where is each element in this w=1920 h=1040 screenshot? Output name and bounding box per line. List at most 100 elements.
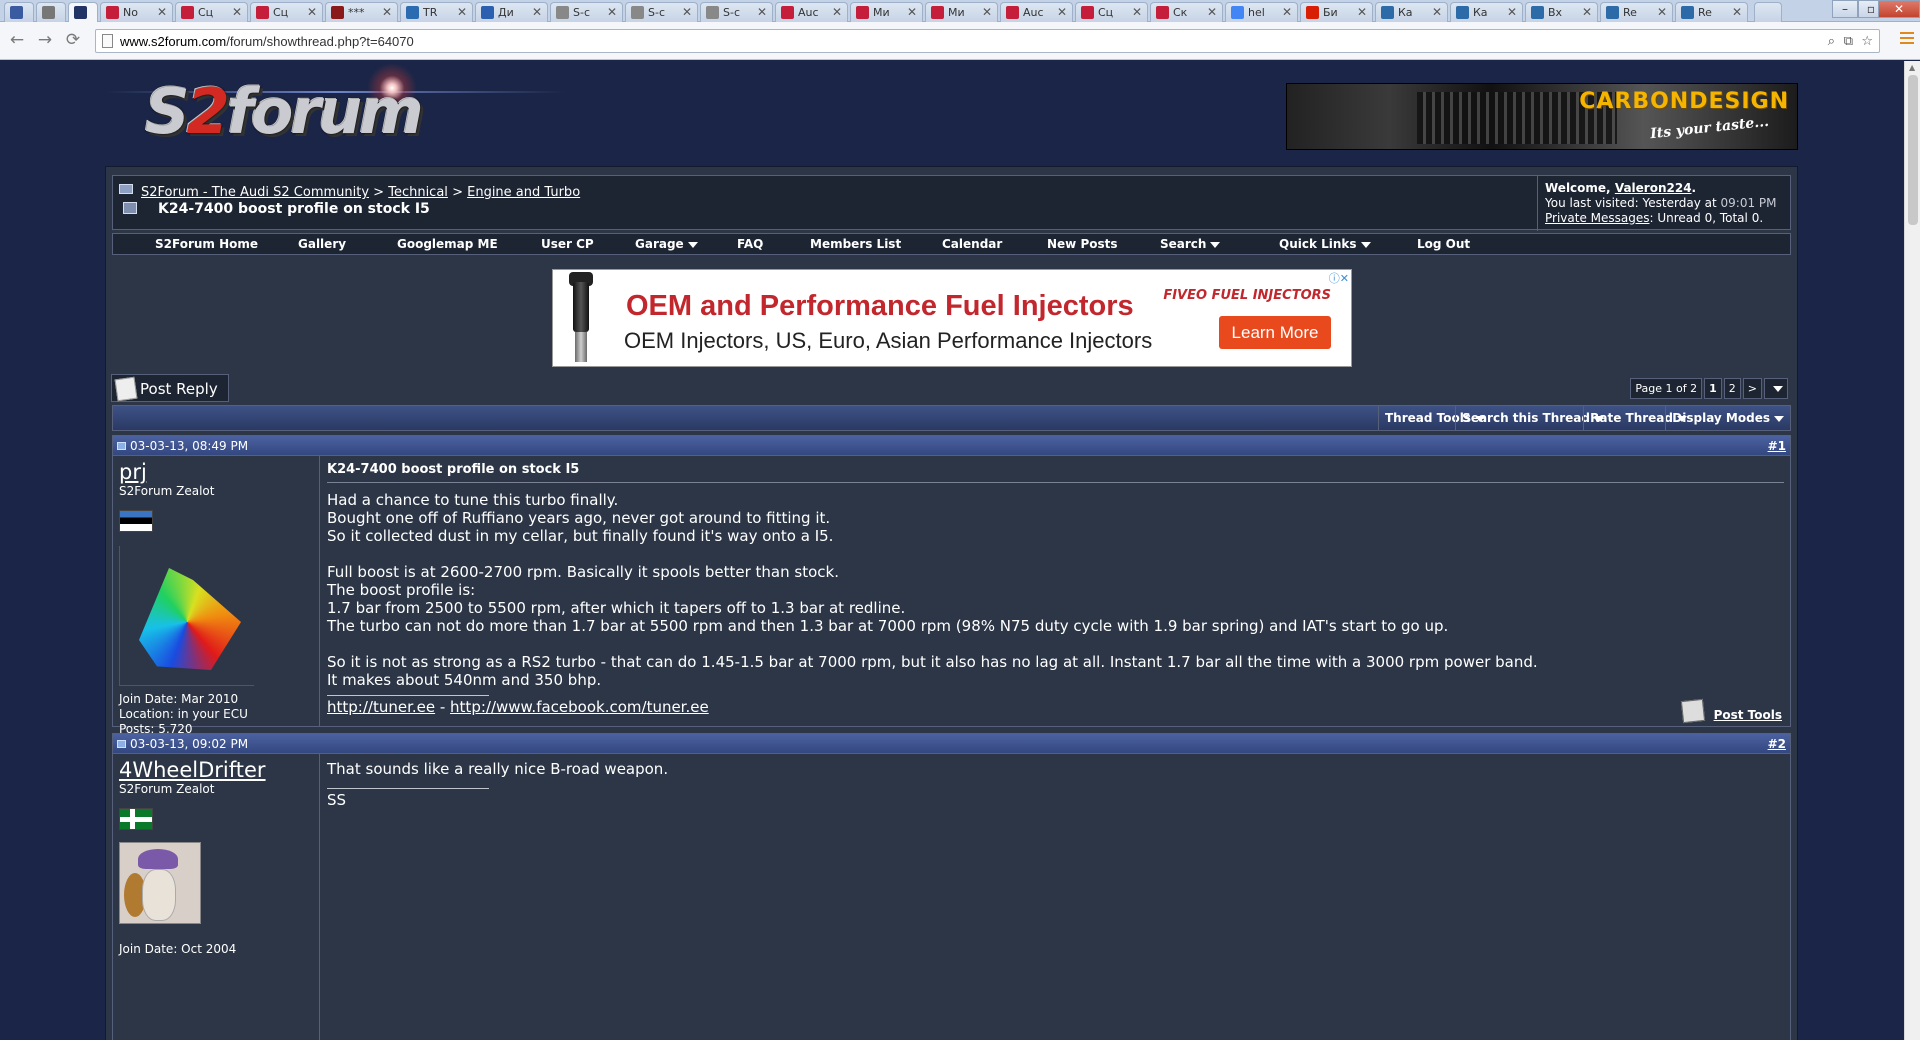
browser-tab[interactable]: No ✕: [100, 2, 173, 22]
close-tab-icon[interactable]: ✕: [307, 5, 317, 19]
breadcrumb-link-technical[interactable]: Technical: [388, 185, 448, 200]
translate-icon[interactable]: ⧉: [1844, 34, 1853, 49]
display-modes-menu[interactable]: Display Modes: [1665, 406, 1790, 430]
address-bar[interactable]: www.s2forum.com/forum/showthread.php?t=6…: [95, 29, 1880, 53]
browser-tab[interactable]: [36, 2, 66, 22]
menu-item-new-posts[interactable]: New Posts: [1047, 237, 1118, 251]
back-arrow-icon[interactable]: ←: [6, 30, 28, 50]
avatar[interactable]: [119, 842, 201, 924]
close-tab-icon[interactable]: ✕: [157, 5, 167, 19]
close-tab-icon[interactable]: ✕: [532, 5, 542, 19]
close-tab-icon[interactable]: ✕: [832, 5, 842, 19]
browser-tab[interactable]: [68, 2, 98, 23]
browser-tab[interactable]: Сц ✕: [175, 2, 248, 22]
private-messages-link[interactable]: Private Messages: [1545, 211, 1650, 225]
menu-item-s2forum-home[interactable]: S2Forum Home: [155, 237, 258, 251]
browser-tab[interactable]: Ск ✕: [1150, 2, 1223, 22]
zoom-icon[interactable]: ⌕: [1828, 34, 1835, 49]
edit-post-icon[interactable]: [1680, 698, 1705, 724]
reload-icon[interactable]: ⟳: [62, 30, 84, 50]
breadcrumb-link-home[interactable]: S2Forum - The Audi S2 Community: [141, 185, 369, 200]
post-reply-button[interactable]: Post Reply: [111, 374, 229, 402]
next-page-link[interactable]: >: [1742, 378, 1762, 399]
carbondesign-banner[interactable]: CARBONDESIGN Its your taste...: [1286, 83, 1798, 150]
close-tab-icon[interactable]: ✕: [1207, 5, 1217, 19]
signature-link-tuner[interactable]: http://tuner.ee: [327, 698, 435, 716]
minimize-window-button[interactable]: –: [1832, 0, 1858, 18]
post-tools-link[interactable]: Post Tools: [1714, 708, 1782, 722]
post-tools[interactable]: Post Tools: [1680, 698, 1782, 724]
s2forum-logo[interactable]: S2forum: [145, 75, 424, 148]
browser-tab[interactable]: TR ✕: [400, 2, 473, 22]
menu-item-quick-links[interactable]: Quick Links: [1279, 237, 1371, 251]
menu-item-user-cp[interactable]: User CP: [541, 237, 594, 251]
adchoices-icon[interactable]: ⓘ✕: [1329, 270, 1349, 286]
close-tab-icon[interactable]: ✕: [1582, 5, 1592, 19]
bookmark-star-icon[interactable]: ☆: [1861, 34, 1873, 49]
browser-tab[interactable]: Ми ✕: [925, 2, 998, 22]
scrollbar-thumb[interactable]: [1908, 75, 1918, 225]
username-link[interactable]: Valeron224: [1615, 181, 1692, 195]
browser-tab[interactable]: Ка ✕: [1375, 2, 1448, 22]
page-jump-dropdown[interactable]: [1764, 378, 1788, 399]
menu-item-garage[interactable]: Garage: [635, 237, 698, 251]
reload-thread-icon[interactable]: [123, 202, 137, 214]
browser-tab[interactable]: [4, 2, 34, 22]
browser-tab[interactable]: Ка ✕: [1450, 2, 1523, 22]
close-window-button[interactable]: ✕: [1878, 0, 1920, 18]
menu-item-faq[interactable]: FAQ: [737, 237, 763, 251]
page-2-link[interactable]: 2: [1723, 378, 1741, 399]
post-number-link[interactable]: #2: [1768, 737, 1786, 751]
browser-tab[interactable]: Вх ✕: [1525, 2, 1598, 22]
browser-tab[interactable]: S-c ✕: [700, 2, 773, 22]
browser-tab[interactable]: Ди ✕: [475, 2, 548, 22]
browser-tab[interactable]: hel ✕: [1225, 2, 1298, 22]
browser-tab[interactable]: Би ✕: [1300, 2, 1373, 22]
learn-more-button[interactable]: Learn More: [1219, 316, 1331, 349]
browser-tab[interactable]: Ми ✕: [850, 2, 923, 22]
browser-tab[interactable]: Re ✕: [1600, 2, 1673, 22]
signature-link-facebook[interactable]: http://www.facebook.com/tuner.ee: [450, 698, 709, 716]
author-username[interactable]: prj: [119, 460, 313, 484]
close-tab-icon[interactable]: ✕: [1057, 5, 1067, 19]
forum-home-icon[interactable]: [119, 184, 133, 194]
menu-item-googlemap-me[interactable]: Googlemap ME: [397, 237, 498, 251]
menu-item-members-list[interactable]: Members List: [810, 237, 901, 251]
close-tab-icon[interactable]: ✕: [1282, 5, 1292, 19]
close-tab-icon[interactable]: ✕: [1357, 5, 1367, 19]
menu-item-log-out[interactable]: Log Out: [1417, 237, 1470, 251]
close-tab-icon[interactable]: ✕: [982, 5, 992, 19]
menu-item-search[interactable]: Search: [1160, 237, 1221, 251]
scroll-up-arrow-icon[interactable]: ▲: [1909, 63, 1915, 72]
close-tab-icon[interactable]: ✕: [1732, 5, 1742, 19]
close-tab-icon[interactable]: ✕: [232, 5, 242, 19]
breadcrumb-link-engine-turbo[interactable]: Engine and Turbo: [467, 185, 580, 200]
browser-tab[interactable]: Auc ✕: [775, 2, 848, 22]
close-tab-icon[interactable]: ✕: [1432, 5, 1442, 19]
close-tab-icon[interactable]: ✕: [1507, 5, 1517, 19]
menu-item-calendar[interactable]: Calendar: [942, 237, 1002, 251]
page-1-link[interactable]: 1: [1704, 378, 1722, 399]
close-tab-icon[interactable]: ✕: [457, 5, 467, 19]
forward-arrow-icon[interactable]: →: [34, 30, 56, 50]
browser-tab[interactable]: S-c ✕: [625, 2, 698, 22]
close-tab-icon[interactable]: ✕: [907, 5, 917, 19]
browser-tab[interactable]: S-c ✕: [550, 2, 623, 22]
browser-tab[interactable]: Сц ✕: [1075, 2, 1148, 22]
post-number-link[interactable]: #1: [1768, 439, 1786, 453]
menu-item-gallery[interactable]: Gallery: [298, 237, 346, 251]
close-tab-icon[interactable]: ✕: [757, 5, 767, 19]
close-tab-icon[interactable]: ✕: [1657, 5, 1667, 19]
browser-tab[interactable]: *** ✕: [325, 2, 398, 22]
browser-tab[interactable]: Re ✕: [1675, 2, 1748, 22]
close-tab-icon[interactable]: ✕: [682, 5, 692, 19]
browser-tab[interactable]: Сц ✕: [250, 2, 323, 22]
browser-tab[interactable]: Auc ✕: [1000, 2, 1073, 22]
new-tab-button[interactable]: [1754, 2, 1782, 22]
close-tab-icon[interactable]: ✕: [1132, 5, 1142, 19]
close-tab-icon[interactable]: ✕: [382, 5, 392, 19]
page-scrollbar[interactable]: ▲: [1904, 61, 1920, 1040]
avatar[interactable]: [119, 546, 254, 686]
chrome-menu-icon[interactable]: [1900, 32, 1914, 44]
close-tab-icon[interactable]: ✕: [607, 5, 617, 19]
